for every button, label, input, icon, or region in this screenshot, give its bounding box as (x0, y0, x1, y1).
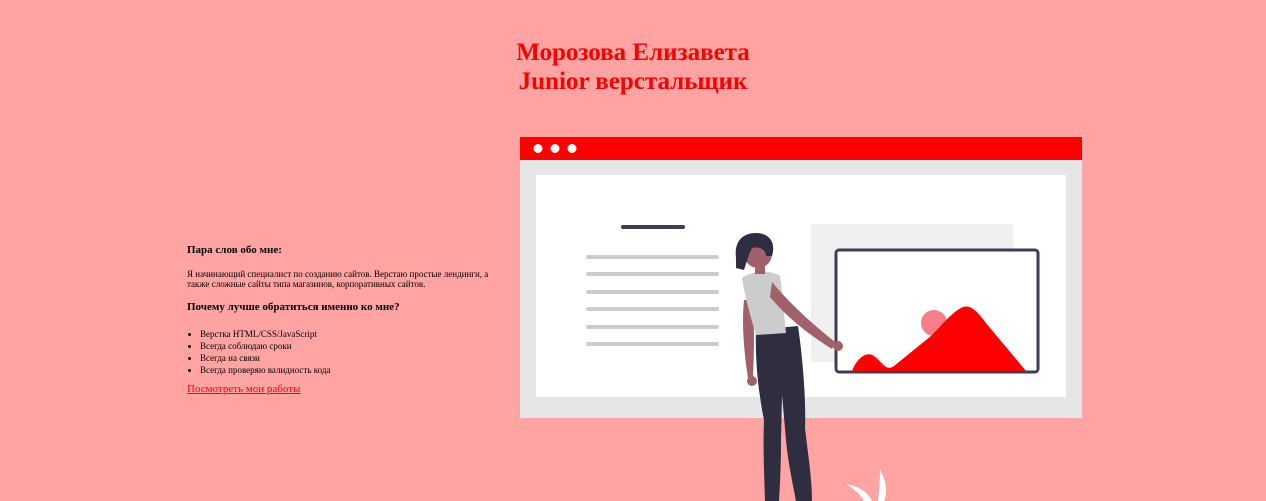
image-placeholder-icon (811, 224, 1040, 374)
plant-leaves (846, 470, 887, 501)
web-designer-illustration (520, 137, 1082, 501)
